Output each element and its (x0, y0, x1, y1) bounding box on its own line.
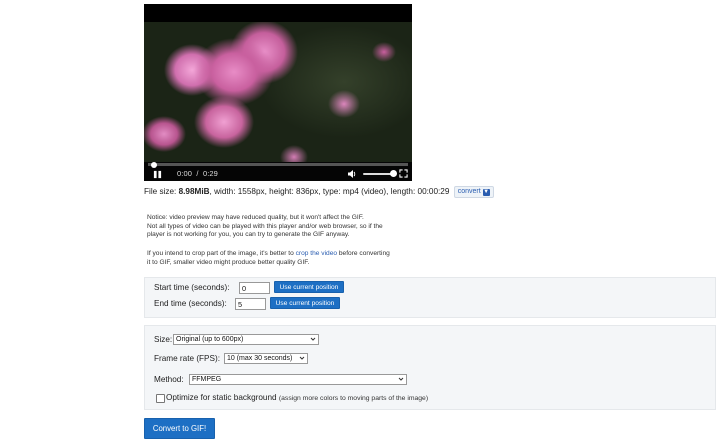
crop-notice-line-2: it to GIF, smaller video might produce b… (147, 258, 310, 266)
file-size-label: File size: (144, 187, 179, 197)
fps-label: Frame rate (FPS): (154, 354, 220, 363)
trim-panel: Start time (seconds): Use current positi… (144, 277, 716, 318)
chevron-down-icon (299, 356, 305, 360)
convert-button[interactable]: convert ▼ (453, 186, 494, 198)
fullscreen-icon[interactable] (399, 169, 408, 178)
options-panel: Size: Original (up to 600px) Frame rate … (144, 325, 716, 410)
crop-video-link[interactable]: crop the video (296, 250, 337, 257)
convert-to-gif-button[interactable]: Convert to GIF! (144, 418, 215, 439)
time-separator: / (196, 169, 199, 178)
start-time-label: Start time (seconds): (154, 283, 230, 292)
video-frame[interactable] (144, 22, 412, 164)
start-use-current-button[interactable]: Use current position (274, 281, 344, 293)
crop-notice-start: If you intend to crop part of the image,… (147, 250, 296, 257)
fps-select-value: 10 (max 30 seconds) (227, 355, 293, 362)
duration: 0:29 (202, 169, 218, 178)
video-player[interactable]: 0:00 / 0:29 (144, 4, 412, 181)
crop-notice: If you intend to crop part of the image,… (147, 250, 437, 267)
optimize-note: (assign more colors to moving parts of t… (278, 395, 429, 402)
size-select[interactable]: Original (up to 600px) (173, 334, 319, 345)
file-size-value: 8.98MiB (178, 187, 210, 197)
size-label: Size: (154, 335, 173, 344)
file-info: File size: 8.98MiB, width: 1558px, heigh… (144, 186, 494, 198)
notice-line-2: Not all types of video can be played wit… (147, 222, 383, 230)
notice-line-3: player is not working for you, you can t… (147, 231, 350, 239)
quality-notice: Notice: video preview may have reduced q… (147, 214, 437, 240)
convert-label: convert (457, 188, 481, 195)
end-time-label: End time (seconds): (154, 299, 227, 308)
time-display: 0:00 / 0:29 (177, 169, 218, 178)
size-select-value: Original (up to 600px) (176, 336, 244, 343)
method-select[interactable]: FFMPEG (189, 374, 407, 385)
download-icon: ▼ (482, 189, 490, 196)
optimize-label[interactable]: Optimize for static background (assign m… (166, 393, 428, 402)
optimize-label-text: Optimize for static background (166, 393, 277, 402)
chevron-down-icon (398, 377, 404, 381)
play-icon[interactable] (153, 170, 162, 179)
end-time-input[interactable] (235, 298, 266, 310)
volume-icon[interactable] (347, 169, 357, 179)
chevron-down-icon (310, 337, 316, 341)
end-use-current-button[interactable]: Use current position (270, 297, 340, 309)
file-details: , width: 1558px, height: 836px, type: mp… (209, 187, 450, 197)
method-label: Method: (154, 375, 184, 384)
start-time-input[interactable] (239, 282, 270, 294)
progress-thumb[interactable] (151, 162, 157, 168)
optimize-checkbox[interactable] (156, 394, 165, 403)
volume-thumb[interactable] (390, 170, 397, 177)
progress-bar[interactable] (148, 162, 408, 168)
player-controls: 0:00 / 0:29 (144, 162, 412, 181)
method-select-value: FFMPEG (192, 376, 222, 383)
crop-notice-end: before converting (337, 250, 390, 257)
current-time: 0:00 (177, 169, 192, 178)
notice-line-1: Notice: video preview may have reduced q… (147, 214, 364, 221)
fps-select[interactable]: 10 (max 30 seconds) (224, 353, 308, 364)
